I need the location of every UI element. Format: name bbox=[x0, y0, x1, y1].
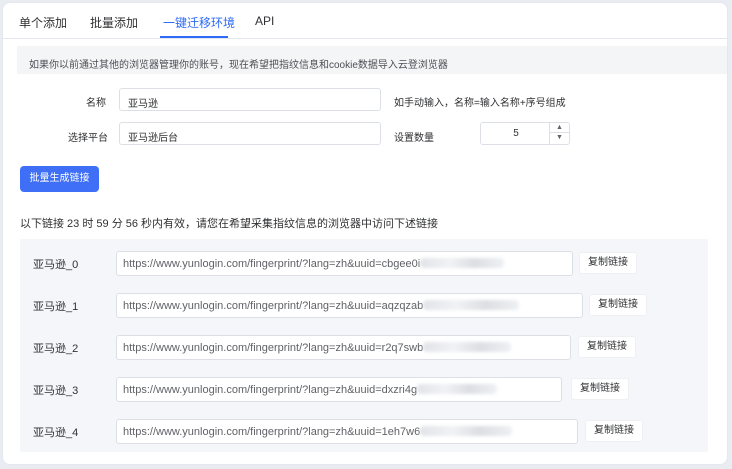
name-hint: 如手动输入，名称=输入名称+序号组成 bbox=[394, 98, 566, 109]
redacted-mask bbox=[423, 300, 520, 311]
tab-api[interactable]: API bbox=[255, 14, 274, 28]
copy-link-button[interactable]: 复制链接 bbox=[571, 378, 629, 400]
tab-one-click-migrate[interactable]: 一键迁移环境 bbox=[163, 14, 235, 31]
generate-links-button[interactable]: 批量生成链接 bbox=[20, 166, 99, 192]
count-stepper[interactable]: 5 ▲ ▼ bbox=[480, 122, 570, 145]
platform-select[interactable]: 亚马逊后台 bbox=[119, 122, 381, 145]
copy-link-button[interactable]: 复制链接 bbox=[579, 252, 637, 274]
chevron-up-icon[interactable]: ▲ bbox=[550, 123, 569, 133]
link-url: https://www.yunlogin.com/fingerprint/?la… bbox=[123, 384, 418, 396]
tab-bar: 单个添加 批量添加 一键迁移环境 API bbox=[3, 3, 727, 39]
link-input[interactable]: https://www.yunlogin.com/fingerprint/?la… bbox=[116, 293, 583, 318]
link-input[interactable]: https://www.yunlogin.com/fingerprint/?la… bbox=[116, 419, 578, 444]
copy-link-button[interactable]: 复制链接 bbox=[578, 336, 636, 358]
copy-link-button[interactable]: 复制链接 bbox=[589, 294, 647, 316]
name-label: 名称 bbox=[86, 98, 106, 109]
active-tab-indicator bbox=[160, 36, 228, 38]
link-label: 亚马逊_4 bbox=[33, 427, 79, 439]
link-url: https://www.yunlogin.com/fingerprint/?la… bbox=[123, 426, 421, 438]
redacted-mask bbox=[423, 342, 512, 353]
tab-single-add[interactable]: 单个添加 bbox=[19, 14, 67, 31]
link-url: https://www.yunlogin.com/fingerprint/?la… bbox=[123, 300, 424, 312]
link-url: https://www.yunlogin.com/fingerprint/?la… bbox=[123, 258, 421, 270]
link-label: 亚马逊_1 bbox=[33, 301, 79, 313]
redacted-mask bbox=[420, 258, 505, 269]
link-label: 亚马逊_3 bbox=[33, 385, 79, 397]
links-list: 亚马逊_0 https://www.yunlogin.com/fingerpri… bbox=[20, 239, 708, 452]
link-input[interactable]: https://www.yunlogin.com/fingerprint/?la… bbox=[116, 377, 562, 402]
link-url: https://www.yunlogin.com/fingerprint/?la… bbox=[123, 342, 424, 354]
link-row: 亚马逊_1 https://www.yunlogin.com/fingerpri… bbox=[20, 289, 708, 319]
name-input[interactable]: 亚马逊 bbox=[119, 88, 381, 111]
link-label: 亚马逊_0 bbox=[33, 259, 79, 271]
count-value[interactable]: 5 bbox=[481, 128, 551, 139]
tab-batch-add[interactable]: 批量添加 bbox=[90, 14, 138, 31]
count-label: 设置数量 bbox=[394, 133, 434, 144]
redacted-mask bbox=[420, 426, 513, 437]
redacted-mask bbox=[417, 384, 498, 395]
chevron-down-icon[interactable]: ▼ bbox=[550, 133, 569, 143]
link-row: 亚马逊_0 https://www.yunlogin.com/fingerpri… bbox=[20, 247, 708, 277]
platform-label: 选择平台 bbox=[68, 133, 108, 144]
link-row: 亚马逊_4 https://www.yunlogin.com/fingerpri… bbox=[20, 415, 708, 445]
link-input[interactable]: https://www.yunlogin.com/fingerprint/?la… bbox=[116, 251, 573, 276]
migrate-panel: 单个添加 批量添加 一键迁移环境 API 如果你以前通过其他的浏览器管理你的账号… bbox=[2, 2, 728, 465]
validity-message: 以下链接 23 时 59 分 56 秒内有效，请您在希望采集指纹信息的浏览器中访… bbox=[20, 218, 439, 230]
link-label: 亚马逊_2 bbox=[33, 343, 79, 355]
stepper-buttons: ▲ ▼ bbox=[549, 123, 569, 144]
copy-link-button[interactable]: 复制链接 bbox=[585, 420, 643, 442]
link-row: 亚马逊_3 https://www.yunlogin.com/fingerpri… bbox=[20, 373, 708, 403]
link-input[interactable]: https://www.yunlogin.com/fingerprint/?la… bbox=[116, 335, 571, 360]
link-row: 亚马逊_2 https://www.yunlogin.com/fingerpri… bbox=[20, 331, 708, 361]
notice-banner: 如果你以前通过其他的浏览器管理你的账号，现在希望把指纹信息和cookie数据导入… bbox=[17, 46, 727, 74]
